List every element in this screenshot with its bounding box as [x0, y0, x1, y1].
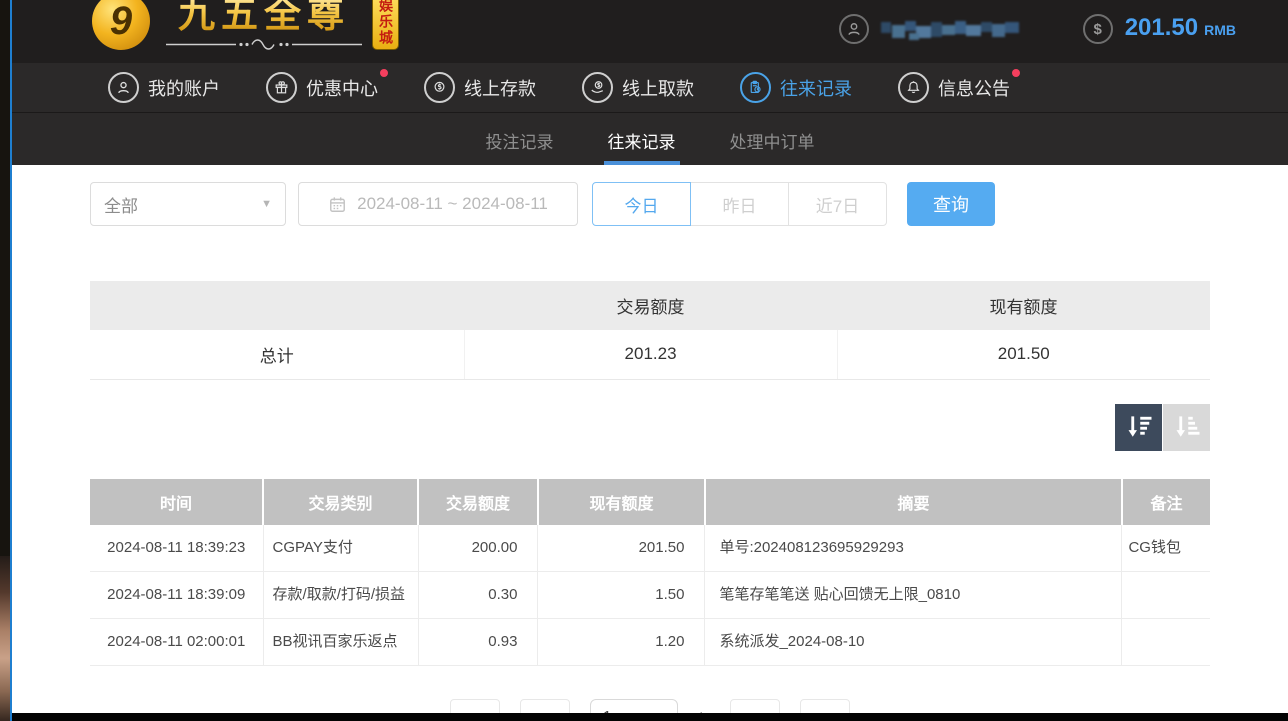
table-row: 2024-08-11 18:39:23 CGPAY支付 200.00 201.5… — [90, 525, 1210, 572]
withdraw-coin-icon — [582, 72, 613, 103]
nav-label: 线上存款 — [464, 75, 536, 101]
table-row: 2024-08-11 02:00:01 BB视讯百家乐返点 0.93 1.20 … — [90, 619, 1210, 666]
main-nav: 我的账户 优惠中心 — [12, 63, 1288, 112]
table-row: 2024-08-11 18:39:09 存款/取款/打码/损益 0.30 1.5… — [90, 572, 1210, 619]
summary-header-empty — [90, 281, 464, 330]
nav-item-my-account[interactable]: 我的账户 — [108, 72, 232, 103]
cell-balance: 201.50 — [538, 525, 705, 572]
cell-note — [1122, 619, 1210, 666]
brand-name: 九五全尊 — [178, 0, 350, 38]
filter-bar: 全部 ▼ 2024-08-11 ~ 2024-08-11 今日 昨日 — [90, 182, 1210, 226]
cell-summary: 笔笔存笔笔送 贴心回馈无上限_0810 — [705, 572, 1122, 619]
sort-toolbar — [90, 404, 1210, 451]
notification-dot — [1012, 69, 1020, 77]
cell-summary: 系统派发_2024-08-10 — [705, 619, 1122, 666]
top-header: 9 九五全尊 娱乐城 — [12, 0, 1288, 63]
sort-descending-icon — [1124, 412, 1154, 442]
balance-amount: 201.50 — [1125, 14, 1198, 42]
quick-date-buttons: 今日 昨日 近7日 — [592, 182, 887, 226]
col-category: 交易类别 — [263, 479, 418, 525]
sub-nav: 投注记录 往来记录 处理中订单 — [12, 112, 1288, 165]
balance: $ 201.50 RMB — [1083, 14, 1236, 44]
yesterday-button[interactable]: 昨日 — [690, 182, 789, 226]
sort-ascending-button[interactable] — [1163, 404, 1210, 451]
user-icon — [839, 14, 869, 44]
nav-label: 线上取款 — [622, 75, 694, 101]
nav-label: 优惠中心 — [306, 75, 378, 101]
col-summary: 摘要 — [705, 479, 1122, 525]
nav-item-deposit[interactable]: 线上存款 — [424, 72, 548, 103]
summary-total-transaction: 201.23 — [464, 330, 837, 379]
background-photo — [0, 556, 10, 721]
col-time: 时间 — [90, 479, 263, 525]
bell-icon — [898, 72, 929, 103]
type-select[interactable]: 全部 ▼ — [90, 182, 286, 226]
cell-note: CG钱包 — [1122, 525, 1210, 572]
cell-category: BB视讯百家乐返点 — [263, 619, 418, 666]
cell-category: CGPAY支付 — [263, 525, 418, 572]
logo-coin-icon: 9 — [92, 0, 150, 50]
nav-item-transactions[interactable]: 往来记录 — [740, 72, 864, 103]
summary-header-transaction: 交易额度 — [464, 281, 837, 330]
summary-header-balance: 现有额度 — [837, 281, 1210, 330]
cell-summary: 单号:202408123695929293 — [705, 525, 1122, 572]
tab-pending-orders[interactable]: 处理中订单 — [726, 113, 819, 165]
username-redacted[interactable] — [879, 16, 1037, 42]
records-clipboard-icon — [740, 72, 771, 103]
nav-item-withdraw[interactable]: 线上取款 — [582, 72, 706, 103]
summary-total-row: 总计 201.23 201.50 — [90, 330, 1210, 379]
summary-header-row: 交易额度 现有额度 — [90, 281, 1210, 330]
nav-item-promotions[interactable]: 优惠中心 — [266, 72, 390, 103]
cell-amount: 200.00 — [418, 525, 538, 572]
nav-label: 我的账户 — [148, 75, 220, 101]
cell-time: 2024-08-11 18:39:09 — [90, 572, 263, 619]
logo-badge: 娱乐城 — [372, 0, 399, 50]
col-note: 备注 — [1122, 479, 1210, 525]
records-table: 时间 交易类别 交易额度 现有额度 摘要 备注 2024-08-11 18:39… — [90, 479, 1210, 667]
last7days-button[interactable]: 近7日 — [788, 182, 887, 226]
date-range-picker[interactable]: 2024-08-11 ~ 2024-08-11 — [298, 182, 578, 226]
summary-total-label: 总计 — [90, 330, 464, 379]
page: 9 九五全尊 娱乐城 — [0, 0, 1288, 721]
tab-transaction-records[interactable]: 往来记录 — [604, 113, 680, 165]
today-button[interactable]: 今日 — [592, 182, 691, 226]
content-panel: 全部 ▼ 2024-08-11 ~ 2024-08-11 今日 昨日 — [12, 165, 1288, 713]
balance-currency: RMB — [1204, 22, 1236, 38]
nav-item-announcements[interactable]: 信息公告 — [898, 72, 1022, 103]
dollar-icon: $ — [1083, 14, 1113, 44]
background-strip — [0, 0, 10, 721]
tab-betting-records[interactable]: 投注记录 — [482, 113, 558, 165]
type-select-value: 全部 — [104, 192, 138, 217]
notification-dot — [380, 69, 388, 77]
cell-category: 存款/取款/打码/损益 — [263, 572, 418, 619]
cell-balance: 1.50 — [538, 572, 705, 619]
logo-flourish-icon — [164, 38, 364, 51]
person-icon — [108, 72, 139, 103]
bottom-bar — [12, 713, 1288, 721]
cell-balance: 1.20 — [538, 619, 705, 666]
deposit-coin-icon — [424, 72, 455, 103]
col-balance: 现有额度 — [538, 479, 705, 525]
gift-icon — [266, 72, 297, 103]
site-logo[interactable]: 9 九五全尊 娱乐城 — [92, 0, 399, 51]
chevron-down-icon: ▼ — [261, 198, 272, 210]
search-button[interactable]: 查询 — [907, 182, 995, 226]
cell-amount: 0.30 — [418, 572, 538, 619]
nav-label: 信息公告 — [938, 75, 1010, 101]
sort-descending-button[interactable] — [1115, 404, 1162, 451]
records-header-row: 时间 交易类别 交易额度 现有额度 摘要 备注 — [90, 479, 1210, 525]
summary-table: 交易额度 现有额度 总计 201.23 201.50 — [90, 281, 1210, 380]
cell-time: 2024-08-11 18:39:23 — [90, 525, 263, 572]
cell-amount: 0.93 — [418, 619, 538, 666]
col-amount: 交易额度 — [418, 479, 538, 525]
nav-label: 往来记录 — [780, 75, 852, 101]
date-range-value: 2024-08-11 ~ 2024-08-11 — [357, 194, 548, 214]
cell-note — [1122, 572, 1210, 619]
summary-total-balance: 201.50 — [837, 330, 1210, 379]
cell-time: 2024-08-11 02:00:01 — [90, 619, 263, 666]
calendar-icon — [328, 195, 347, 214]
sort-ascending-icon — [1172, 412, 1202, 442]
